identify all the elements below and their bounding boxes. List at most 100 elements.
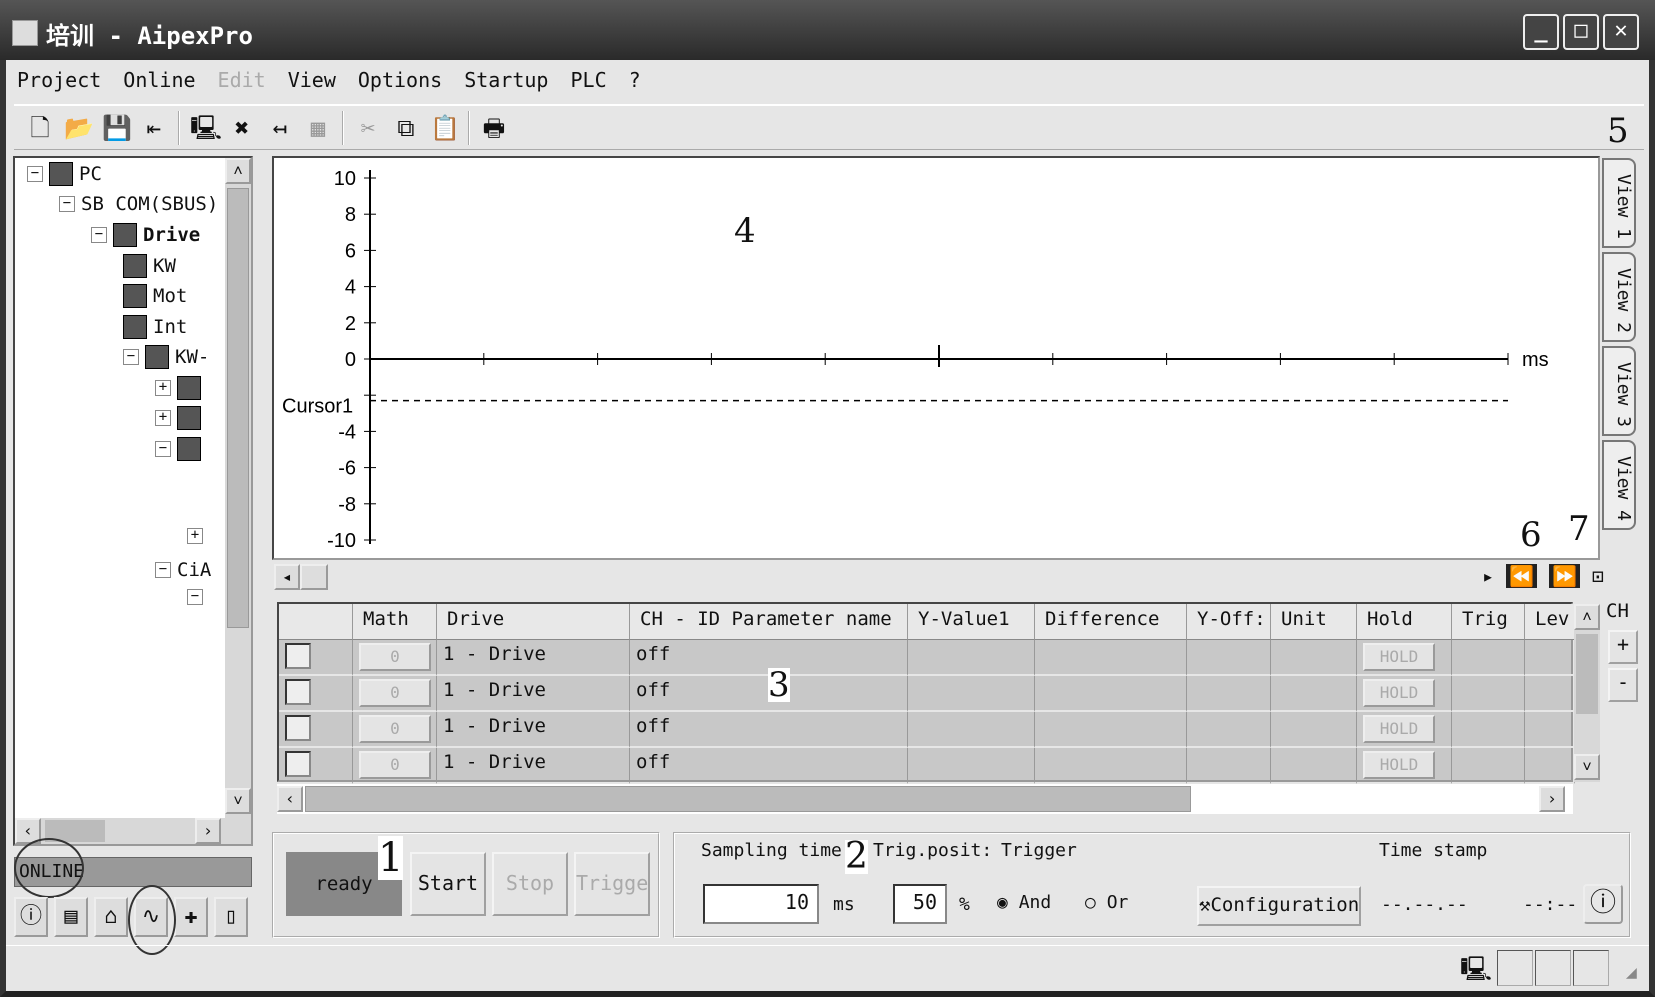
column-header[interactable]: [279, 604, 353, 640]
column-header[interactable]: Math: [353, 604, 437, 640]
collapse-icon[interactable]: −: [91, 227, 107, 243]
scroll-thumb[interactable]: [300, 564, 328, 590]
configuration-button[interactable]: ⚒Configuration: [1197, 886, 1361, 926]
menu-project[interactable]: Project: [6, 64, 112, 98]
tree-item[interactable]: −: [155, 436, 201, 461]
resize-grip-icon[interactable]: ◢: [1626, 962, 1637, 983]
column-header[interactable]: Lev: [1525, 604, 1575, 640]
collapse-icon[interactable]: −: [59, 195, 75, 212]
expand-icon[interactable]: +: [155, 410, 171, 426]
math-button[interactable]: 0: [359, 715, 431, 743]
collapse-icon[interactable]: −: [187, 589, 203, 605]
paste-icon[interactable]: 📋: [430, 113, 460, 143]
tree-item[interactable]: KW: [123, 253, 176, 278]
or-radio[interactable]: ○ Or: [1085, 892, 1128, 913]
cut-icon[interactable]: ✂: [354, 113, 382, 143]
tree-item[interactable]: Int: [123, 314, 187, 339]
download-icon[interactable]: ↤: [266, 113, 294, 143]
tree-item[interactable]: − SB COM(SBUS): [59, 193, 218, 215]
tree-item[interactable]: − PC: [27, 162, 102, 186]
column-header[interactable]: Y-Off:: [1187, 604, 1271, 640]
add-channel-button[interactable]: +: [1608, 630, 1638, 664]
tree-item[interactable]: − CiA: [155, 559, 211, 581]
trig-posit-input[interactable]: 50: [893, 884, 947, 924]
hold-button[interactable]: HOLD: [1363, 643, 1435, 671]
expand-icon[interactable]: +: [155, 379, 171, 396]
scroll-right-button[interactable]: ›: [195, 818, 221, 844]
hold-button[interactable]: HOLD: [1363, 679, 1435, 707]
device-icon[interactable]: ▯: [214, 897, 248, 937]
table-horizontal-scrollbar[interactable]: ‹ ›: [277, 784, 1573, 814]
column-header[interactable]: Difference: [1035, 604, 1187, 640]
tab-view-2[interactable]: View 2: [1602, 252, 1636, 342]
remove-channel-button[interactable]: -: [1608, 668, 1638, 702]
tree-item[interactable]: − KW-: [123, 345, 209, 369]
menu-help[interactable]: ?: [618, 64, 652, 98]
and-radio[interactable]: ◉ And: [997, 892, 1051, 913]
plus-icon[interactable]: ✚: [174, 897, 208, 937]
column-header[interactable]: Drive: [437, 604, 630, 640]
minimize-button[interactable]: _: [1523, 14, 1559, 50]
menu-online[interactable]: Online: [112, 64, 206, 98]
tree-item[interactable]: Mot: [123, 284, 187, 308]
tree-item[interactable]: −: [187, 589, 203, 605]
scroll-right-button[interactable]: ›: [1539, 786, 1565, 812]
trigger-button[interactable]: Trigger: [574, 852, 650, 916]
document-icon[interactable]: ▤: [54, 897, 88, 937]
save-icon[interactable]: 💾: [102, 113, 132, 143]
open-folder-icon[interactable]: 📂: [64, 113, 94, 143]
scroll-left-button[interactable]: ‹: [277, 786, 303, 812]
scroll-thumb[interactable]: [1576, 634, 1598, 714]
copy-icon[interactable]: ⧉: [392, 113, 420, 143]
tree-item[interactable]: +: [155, 375, 201, 400]
expand-icon[interactable]: +: [187, 528, 203, 544]
parameter-value[interactable]: off: [636, 679, 670, 701]
collapse-icon[interactable]: −: [155, 561, 171, 578]
collapse-icon[interactable]: −: [155, 440, 171, 457]
collapse-icon[interactable]: −: [123, 349, 139, 365]
tree-vertical-scrollbar[interactable]: ˄ ˅: [225, 158, 251, 844]
parameter-value[interactable]: off: [636, 715, 670, 737]
start-button[interactable]: Start: [410, 852, 486, 916]
menu-startup[interactable]: Startup: [453, 64, 559, 98]
channel-checkbox[interactable]: [285, 751, 311, 777]
parameter-value[interactable]: off: [636, 751, 670, 773]
channel-checkbox[interactable]: [285, 715, 311, 741]
maximize-button[interactable]: □: [1563, 14, 1599, 50]
tab-view-4[interactable]: View 4: [1602, 440, 1636, 530]
close-button[interactable]: ✕: [1603, 14, 1639, 50]
import-icon[interactable]: ⇤: [140, 113, 168, 143]
column-header[interactable]: Hold: [1357, 604, 1452, 640]
new-file-icon[interactable]: 🗋: [26, 113, 54, 143]
channel-checkbox[interactable]: [285, 679, 311, 705]
math-button[interactable]: 0: [359, 751, 431, 779]
scroll-down-button[interactable]: ˅: [1574, 754, 1600, 780]
menu-plc[interactable]: PLC: [559, 64, 617, 98]
calculator-icon[interactable]: ▦: [304, 113, 332, 143]
tree-item[interactable]: − Drive: [91, 223, 200, 247]
menu-edit[interactable]: Edit: [207, 64, 277, 98]
math-button[interactable]: 0: [359, 679, 431, 707]
hold-button[interactable]: HOLD: [1363, 715, 1435, 743]
stop-button[interactable]: Stop: [492, 852, 568, 916]
sampling-time-input[interactable]: 10: [703, 884, 819, 924]
menu-options[interactable]: Options: [347, 64, 453, 98]
scroll-left-button[interactable]: ◂: [274, 564, 300, 590]
parameter-value[interactable]: off: [636, 643, 670, 665]
column-header[interactable]: Unit: [1271, 604, 1357, 640]
rewind-icon[interactable]: ⏪: [1506, 564, 1537, 588]
scroll-up-button[interactable]: ˄: [1574, 604, 1600, 630]
tree-item[interactable]: +: [155, 406, 201, 430]
column-header[interactable]: Y-Value1: [908, 604, 1035, 640]
chart-scrollbar[interactable]: ◂ ▸ ⏪ ⏩ ⊡: [274, 564, 1604, 590]
collapse-icon[interactable]: −: [27, 166, 43, 182]
print-icon[interactable]: 🖶: [480, 113, 508, 143]
table-vertical-scrollbar[interactable]: ˄ ˅: [1574, 604, 1600, 782]
channel-checkbox[interactable]: [285, 643, 311, 669]
disconnect-icon[interactable]: ✖: [228, 113, 256, 143]
tab-view-3[interactable]: View 3: [1602, 346, 1636, 436]
tree-item[interactable]: +: [187, 528, 203, 544]
info-button[interactable]: ⓘ: [1583, 884, 1623, 924]
scroll-thumb[interactable]: [227, 188, 249, 628]
menu-view[interactable]: View: [277, 64, 347, 98]
